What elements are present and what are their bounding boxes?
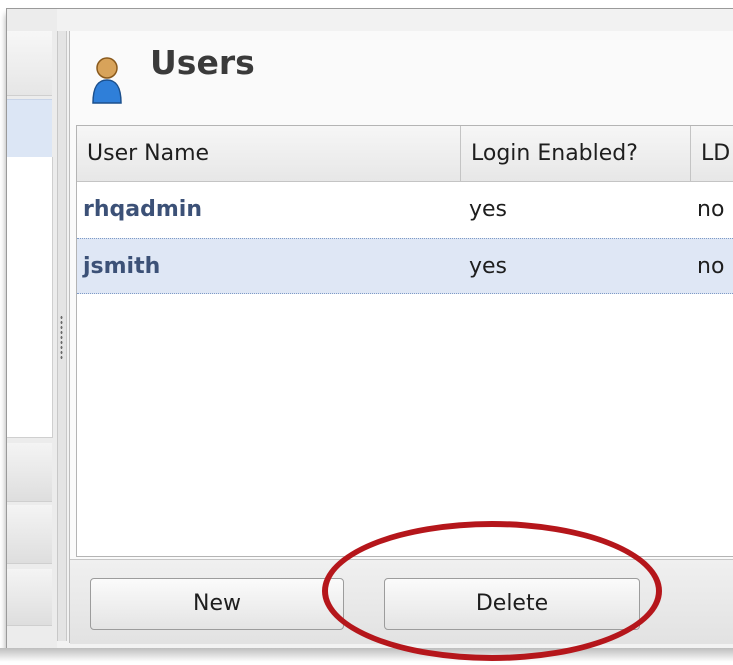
table-row[interactable]: jsmith yes no — [77, 238, 733, 294]
left-nav — [7, 9, 57, 649]
nav-section-2[interactable] — [7, 505, 52, 564]
window-shadow — [0, 648, 733, 662]
button-bar: New Delete — [70, 559, 733, 644]
user-icon — [92, 57, 122, 104]
delete-button[interactable]: Delete — [384, 578, 640, 630]
login-enabled-cell: yes — [469, 254, 508, 279]
nav-section-1[interactable] — [7, 443, 52, 502]
user-name-cell[interactable]: jsmith — [83, 239, 160, 295]
new-button[interactable]: New — [90, 578, 344, 630]
nav-section-3[interactable] — [7, 569, 52, 626]
table-row[interactable]: rhqadmin yes no — [77, 182, 733, 238]
nav-list — [7, 157, 53, 438]
nav-item-selected[interactable] — [7, 99, 52, 159]
nav-section-header[interactable] — [7, 31, 52, 96]
column-header-ldap[interactable]: LD — [691, 126, 733, 182]
panel-header: Users — [70, 31, 733, 123]
user-name-cell[interactable]: rhqadmin — [83, 182, 202, 238]
window: Users User Name Login Enabled? LD rhqadm… — [6, 8, 733, 649]
ldap-cell: no — [697, 254, 725, 279]
column-header-login-enabled[interactable]: Login Enabled? — [461, 126, 691, 182]
column-header-user-name[interactable]: User Name — [77, 126, 461, 182]
splitter-grip-icon[interactable] — [60, 315, 63, 359]
users-table: User Name Login Enabled? LD rhqadmin yes… — [76, 125, 733, 557]
ldap-cell: no — [697, 197, 725, 222]
users-panel: Users User Name Login Enabled? LD rhqadm… — [69, 31, 733, 644]
page-title: Users — [150, 43, 255, 82]
login-enabled-cell: yes — [469, 197, 508, 222]
